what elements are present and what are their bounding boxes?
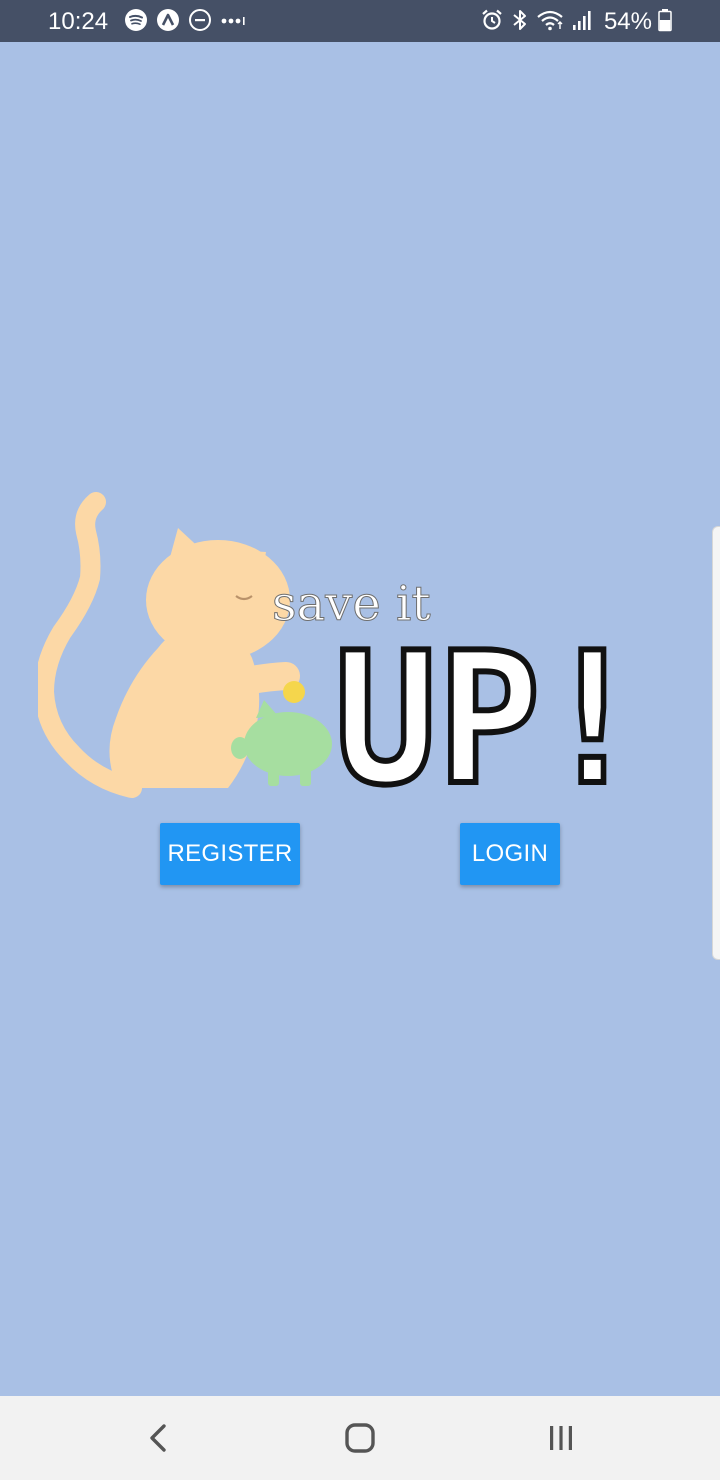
more-dots-icon [220,8,248,37]
logo-wordmark: UP! [334,613,644,804]
status-time: 10:24 [48,8,109,35]
edge-panel-handle[interactable] [712,526,720,960]
home-icon[interactable] [336,1414,384,1462]
back-icon[interactable] [134,1414,182,1462]
system-icons: 54% [480,8,672,36]
battery-percentage: 54% [603,8,652,35]
login-button[interactable]: LOGIN [460,823,560,885]
app-screen: 10:24 54% save it UP! REGISTER LOGIN [0,0,720,1480]
status-bar: 10:24 54% [0,0,720,42]
bluetooth-icon [510,8,530,37]
spotify-icon [124,8,148,37]
navigation-bar [0,1396,720,1480]
battery-icon [658,8,672,37]
wifi-icon [536,8,566,37]
signal-icon [572,8,594,37]
alarm-icon [480,8,504,37]
notification-icons [124,8,248,37]
do-not-disturb-icon [188,8,212,37]
arrow-up-circle-icon [156,8,180,37]
save-it-up-logo: save it UP! [38,492,647,804]
recents-icon[interactable] [537,1414,585,1462]
register-button[interactable]: REGISTER [160,823,300,885]
